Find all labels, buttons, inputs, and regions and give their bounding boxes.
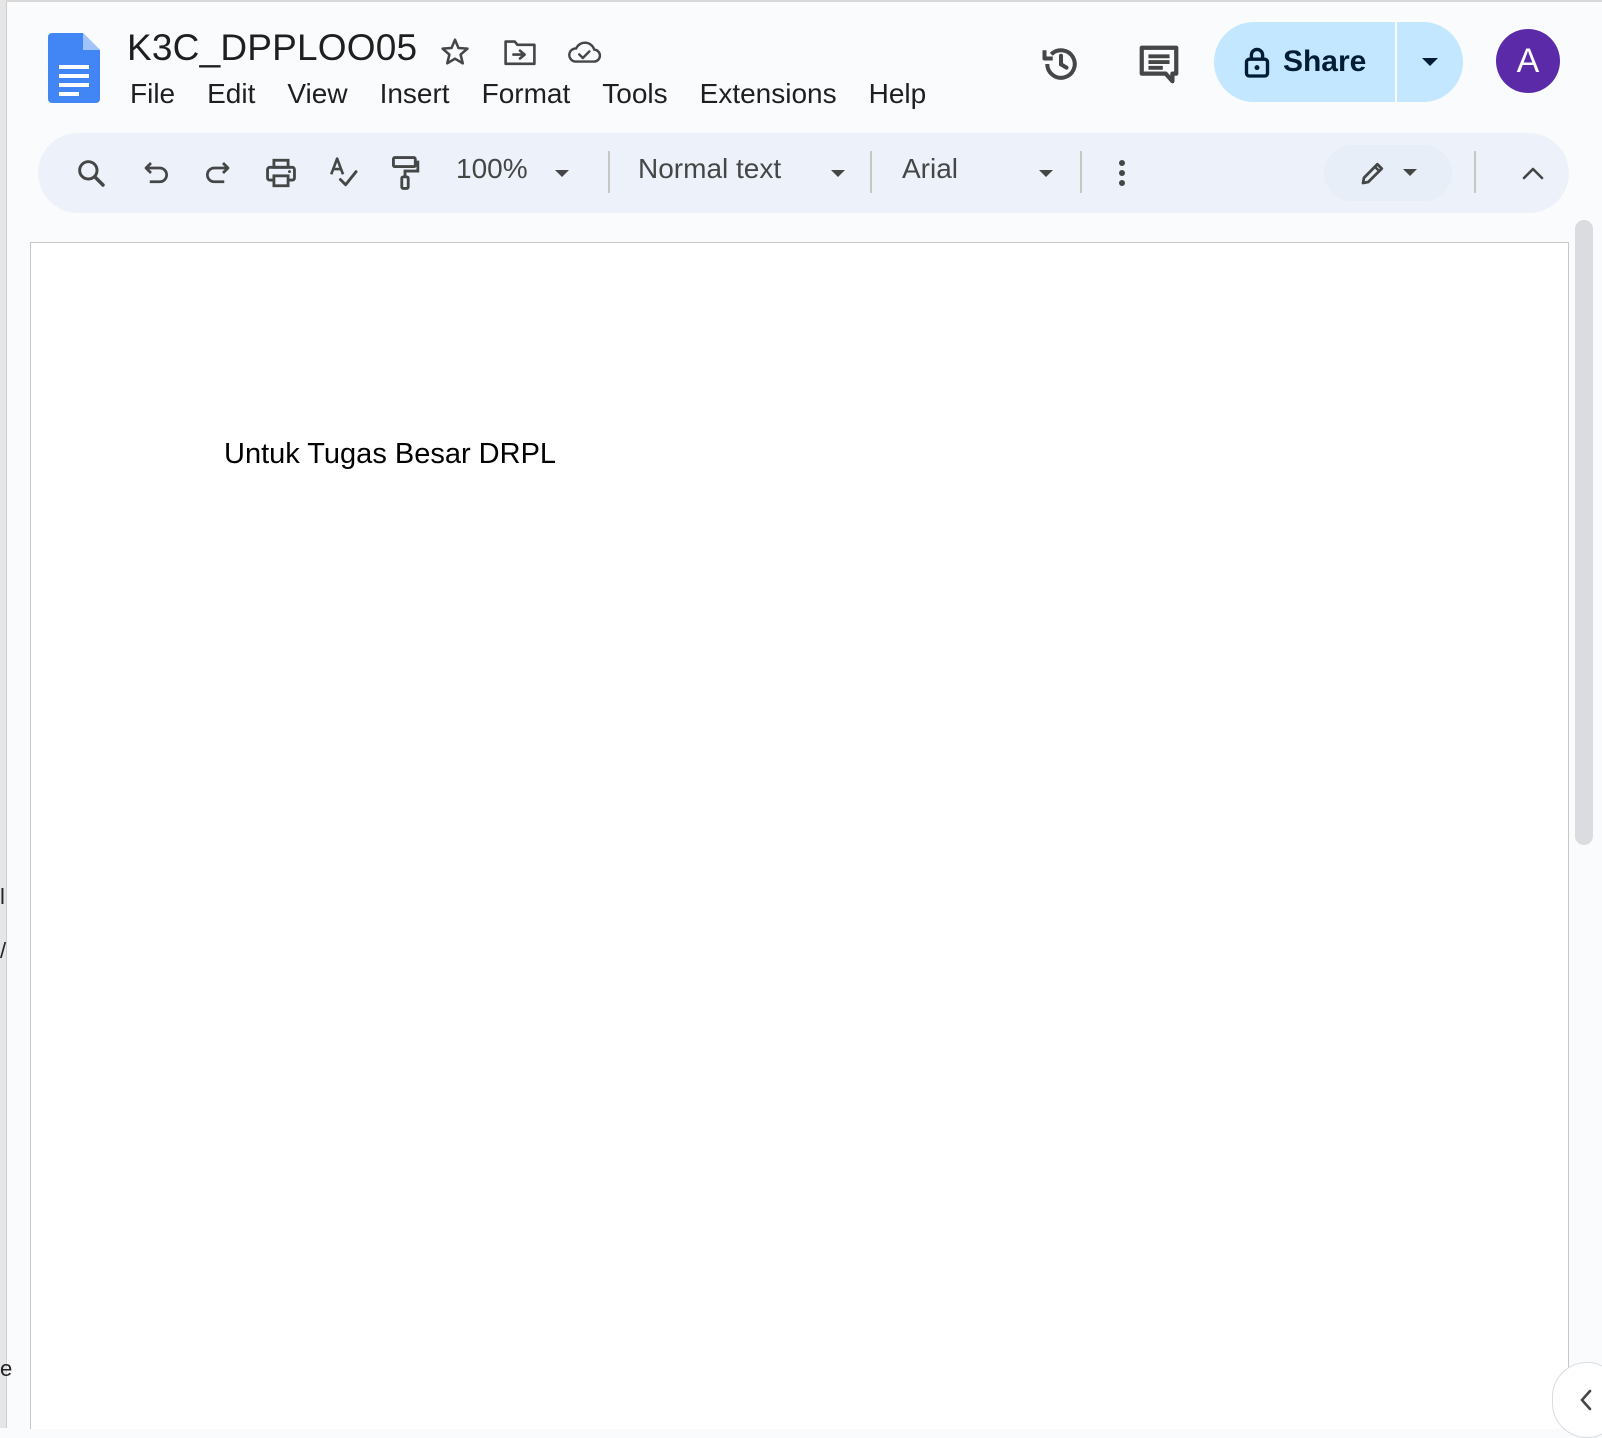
search-icon[interactable] xyxy=(68,150,114,196)
menu-file[interactable]: File xyxy=(114,74,191,116)
comments-icon[interactable] xyxy=(1135,40,1183,88)
edit-mode-dropdown-icon xyxy=(1403,169,1417,176)
paint-format-icon[interactable] xyxy=(382,150,428,196)
edit-mode-icon xyxy=(1361,162,1384,185)
collapse-menus-icon[interactable] xyxy=(1510,150,1556,196)
background-window-fragment: l xyxy=(0,884,5,909)
style-dropdown-icon[interactable] xyxy=(824,160,852,188)
window-top-border xyxy=(6,0,1602,2)
zoom-dropdown-icon[interactable] xyxy=(548,160,576,188)
font-dropdown-icon[interactable] xyxy=(1032,160,1060,188)
menu-edit[interactable]: Edit xyxy=(191,74,271,116)
share-button[interactable]: Share xyxy=(1214,22,1396,102)
share-label: Share xyxy=(1282,45,1367,78)
background-window-fragment: / xyxy=(0,938,7,963)
toolbar-separator xyxy=(1474,151,1476,193)
version-history-icon[interactable] xyxy=(1037,40,1085,88)
spellcheck-icon[interactable] xyxy=(320,150,366,196)
lock-icon xyxy=(1244,47,1270,78)
docs-logo-icon[interactable] xyxy=(48,33,100,103)
background-window-fragment: e xyxy=(0,1356,13,1381)
menu-extensions[interactable]: Extensions xyxy=(684,74,853,116)
toolbar-separator xyxy=(608,151,610,193)
redo-icon[interactable] xyxy=(195,150,241,196)
menu-insert[interactable]: Insert xyxy=(364,74,466,116)
editing-mode-button[interactable] xyxy=(1324,145,1452,201)
toolbar-separator xyxy=(870,151,872,193)
document-title[interactable]: K3C_DPPLOO05 xyxy=(127,27,417,69)
toolbar-separator xyxy=(1080,151,1082,193)
move-to-folder-icon[interactable] xyxy=(502,34,538,70)
undo-icon[interactable] xyxy=(133,150,179,196)
menu-bar: File Edit View Insert Format Tools Exten… xyxy=(114,74,942,116)
font-family-select[interactable]: Arial xyxy=(902,153,958,185)
menu-help[interactable]: Help xyxy=(853,74,943,116)
editing-toolbar: 100% Normal text Arial xyxy=(38,133,1569,213)
vertical-scrollbar-thumb[interactable] xyxy=(1575,220,1593,845)
share-control: Share xyxy=(1214,22,1463,102)
background-window-edge: l / e xyxy=(0,0,12,1428)
menu-format[interactable]: Format xyxy=(466,74,587,116)
zoom-select[interactable]: 100% xyxy=(456,153,528,185)
print-icon[interactable] xyxy=(258,150,304,196)
chevron-left-icon xyxy=(1580,1389,1592,1411)
account-avatar[interactable]: A xyxy=(1496,29,1560,93)
menu-view[interactable]: View xyxy=(271,74,363,116)
star-icon[interactable] xyxy=(437,34,473,70)
paragraph-style-select[interactable]: Normal text xyxy=(638,153,781,185)
cloud-saved-icon[interactable] xyxy=(566,34,602,70)
share-dropdown-icon xyxy=(1422,58,1439,66)
menu-tools[interactable]: Tools xyxy=(586,74,683,116)
document-page[interactable]: Untuk Tugas Besar DRPL xyxy=(30,242,1569,1429)
more-options-icon[interactable] xyxy=(1099,150,1145,196)
document-body-text[interactable]: Untuk Tugas Besar DRPL xyxy=(224,438,556,471)
share-dropdown-button[interactable] xyxy=(1397,22,1463,102)
